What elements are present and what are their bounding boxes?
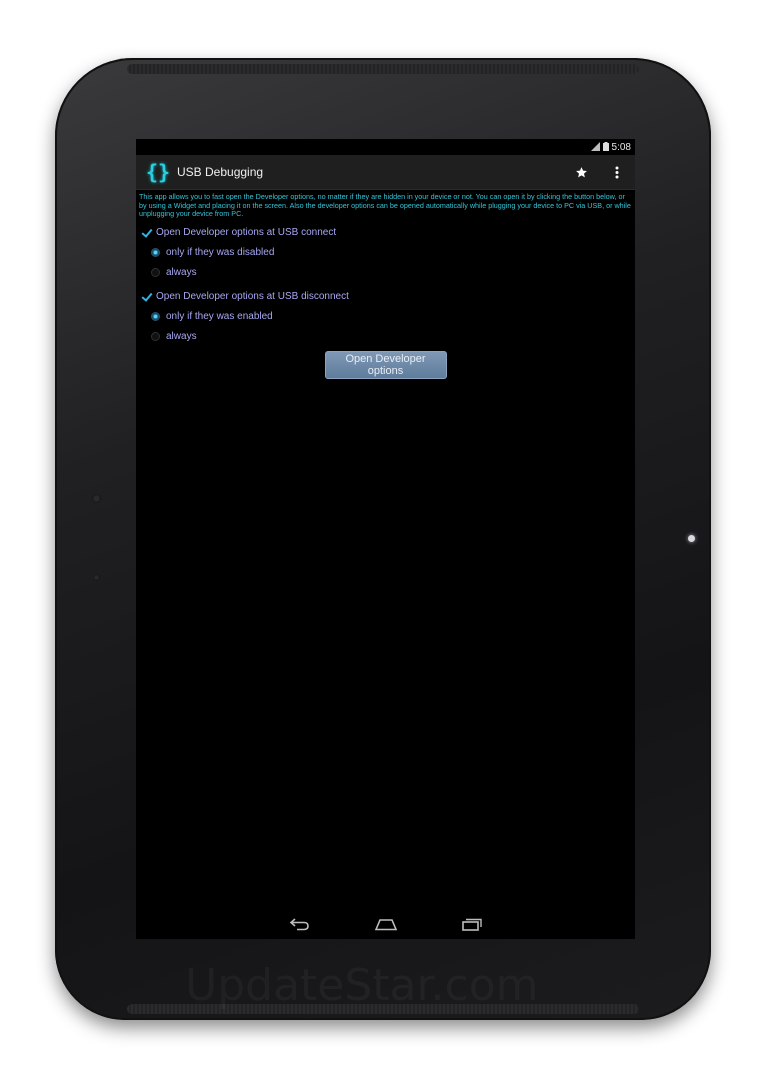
checkbox-label: Open Developer options at USB disconnect <box>156 291 349 303</box>
checkmark-icon <box>142 228 152 238</box>
star-icon <box>575 166 587 177</box>
checkbox-label: Open Developer options at USB connect <box>156 227 337 239</box>
recent-apps-icon <box>461 918 482 931</box>
front-camera <box>688 535 695 542</box>
radio-connect-only-if-disabled[interactable]: only if they was disabled <box>136 243 635 263</box>
radio-label: only if they was disabled <box>166 247 275 259</box>
proximity-sensor <box>93 574 100 581</box>
radio-label: only if they was enabled <box>166 311 273 323</box>
radio-connect-always[interactable]: always <box>136 263 635 283</box>
overflow-menu-button[interactable] <box>599 155 635 189</box>
radio-selected-icon <box>151 248 160 258</box>
back-icon <box>289 918 309 931</box>
action-bar: {} USB Debugging <box>136 155 635 190</box>
recent-apps-button[interactable] <box>460 915 484 933</box>
watermark: UpdateStar.com <box>185 960 539 1011</box>
checkbox-open-on-connect[interactable]: Open Developer options at USB connect <box>136 223 635 243</box>
radio-unselected-icon <box>151 268 160 278</box>
radio-disconnect-always[interactable]: always <box>136 327 635 347</box>
home-button[interactable] <box>374 915 398 933</box>
radio-label: always <box>166 267 197 279</box>
overflow-menu-icon <box>615 166 619 178</box>
radio-label: always <box>166 331 197 343</box>
checkmark-icon <box>142 292 152 302</box>
navigation-bar <box>136 909 635 939</box>
device-screen: 5:08 {} USB Debugging This app allows yo… <box>136 139 635 939</box>
button-container: Open Developer options <box>136 350 635 379</box>
open-developer-options-button[interactable]: Open Developer options <box>324 350 447 379</box>
status-time: 5:08 <box>611 141 631 153</box>
signal-icon <box>590 141 600 153</box>
favorite-button[interactable] <box>563 155 599 189</box>
home-icon <box>374 919 397 931</box>
checkbox-open-on-disconnect[interactable]: Open Developer options at USB disconnect <box>136 287 635 307</box>
status-bar: 5:08 <box>136 139 635 155</box>
radio-disconnect-only-if-enabled[interactable]: only if they was enabled <box>136 307 635 327</box>
radio-selected-icon <box>151 312 160 322</box>
back-button[interactable] <box>288 915 312 933</box>
app-description: This app allows you to fast open the Dev… <box>139 192 631 219</box>
app-logo-icon[interactable]: {} <box>145 159 171 185</box>
radio-unselected-icon <box>151 332 160 342</box>
app-title: USB Debugging <box>177 165 264 179</box>
light-sensor <box>92 494 101 503</box>
battery-icon <box>602 141 609 153</box>
